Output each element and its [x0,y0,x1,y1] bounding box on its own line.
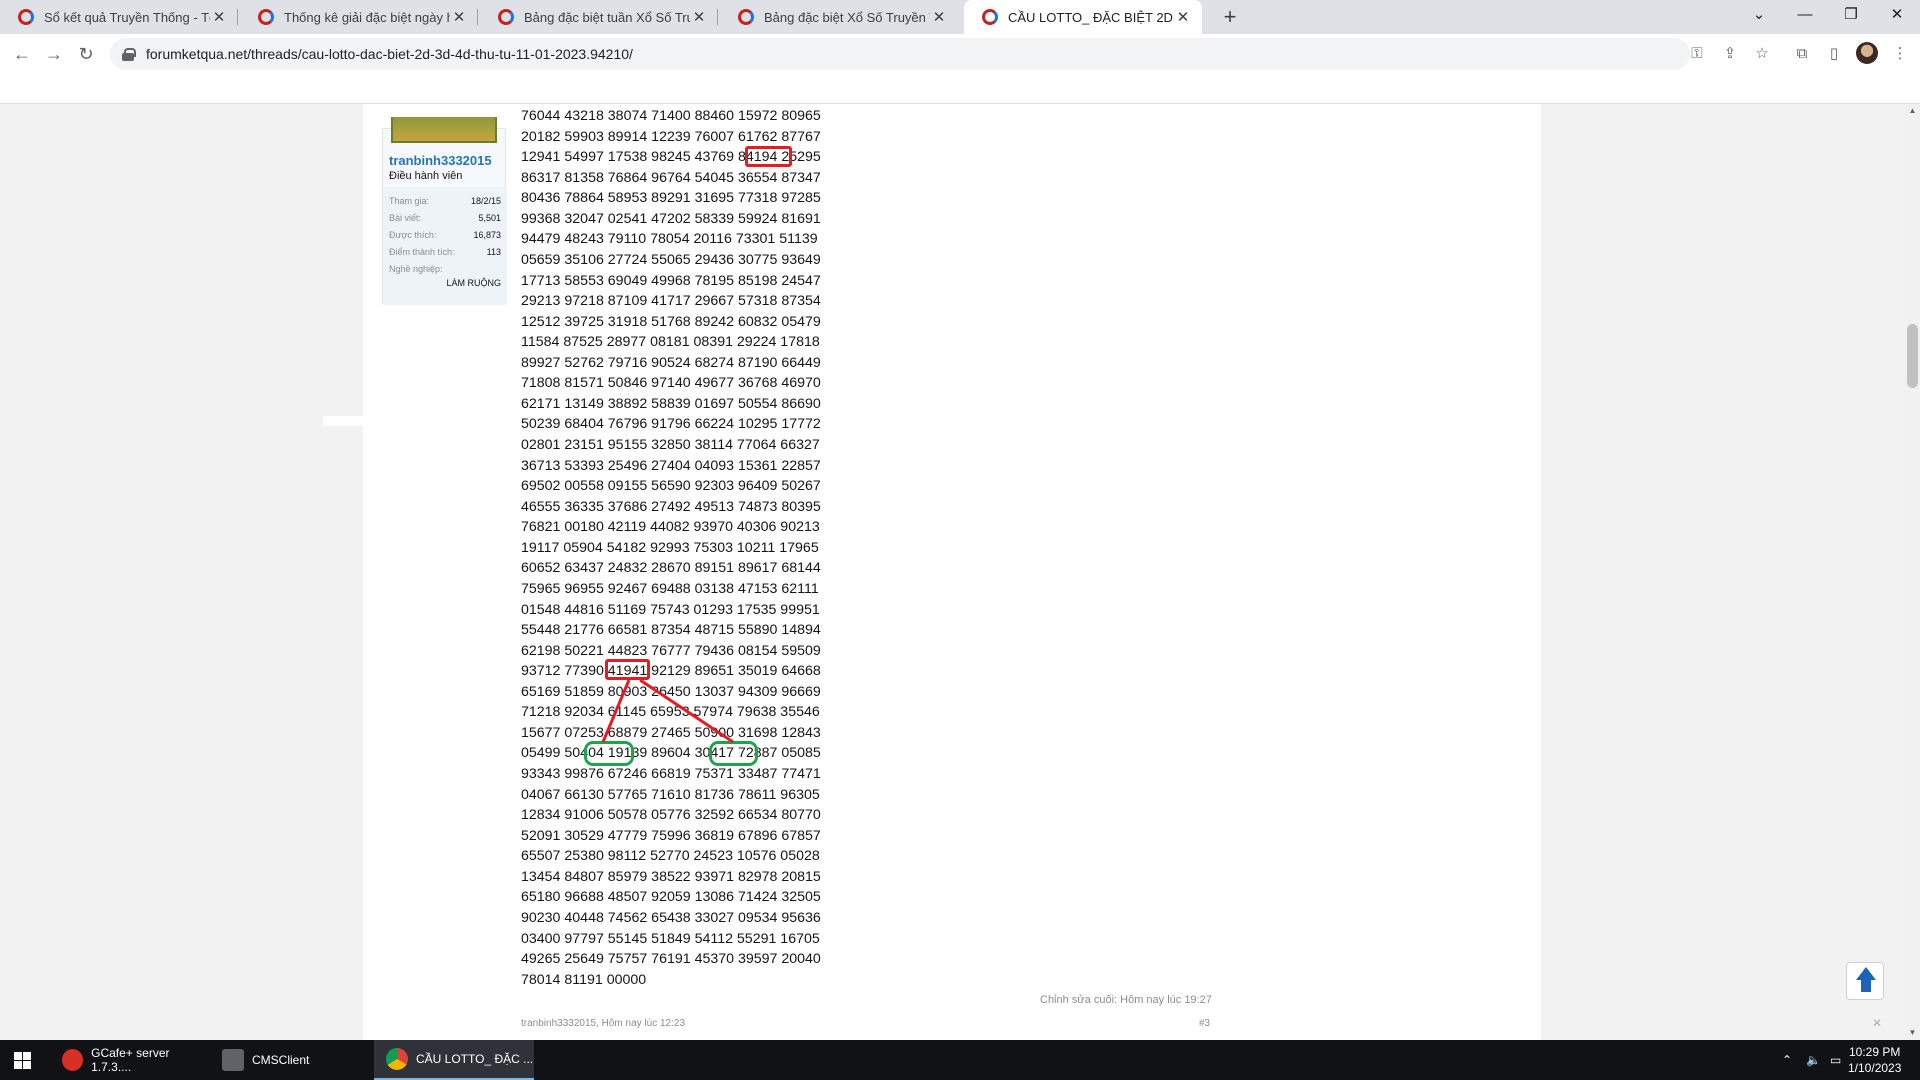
post-meta[interactable]: tranbinh3332015, Hôm nay lúc 12:23 [521,1018,685,1029]
close-icon[interactable]: ✕ [1174,8,1192,26]
tab-bang-dac-biet-tuan[interactable]: Bảng đặc biệt tuần Xổ Số Truyền ✕ [480,0,718,34]
windows-taskbar: GCafe+ server 1.7.3.... CMSClient CẦU LO… [0,1040,1920,1080]
tab-title: Sổ kết quả Truyền Thống - Tổng [44,9,210,25]
bookmark-star-icon[interactable]: ☆ [1750,42,1774,66]
new-tab-button[interactable]: + [1216,4,1244,30]
last-edited-note: Chỉnh sửa cuối: Hôm nay lúc 19:27 [1040,994,1212,1006]
scroll-to-top-button[interactable] [1846,962,1884,1000]
tab-bang-dac-biet[interactable]: Bảng đặc biệt Xổ Số Truyền Thốn ✕ [720,0,958,34]
close-icon[interactable]: ✕ [930,8,948,26]
site-favicon-icon [258,9,274,25]
lock-icon[interactable] [122,48,136,61]
tab-title: CẦU LOTTO_ ĐẶC BIỆT 2D 3D 4D [1008,9,1174,25]
network-icon[interactable]: ▭ [1830,1040,1841,1080]
close-icon[interactable]: ✕ [1872,1016,1882,1030]
speaker-icon[interactable]: 🔈 [1806,1040,1821,1080]
windows-start-icon[interactable] [14,1052,31,1069]
tab-search-icon[interactable]: ⌄ [1736,0,1782,30]
tab-thong-ke[interactable]: Thống kê giải đặc biệt ngày hôm ✕ [240,0,478,34]
close-icon[interactable]: ✕ [690,8,708,26]
chrome-icon [386,1048,408,1070]
connector-line [639,678,734,744]
page-viewport: tranbinh3332015 Điều hành viên Tham gia:… [0,104,1920,1040]
taskbar-item-cmsclient[interactable]: CMSClient [210,1040,370,1080]
cmsclient-icon [222,1049,244,1071]
connector-lines [601,678,734,744]
url-text: forumketqua.net/threads/cau-lotto-dac-bi… [146,46,633,62]
site-favicon-icon [18,9,34,25]
post-number-link[interactable]: #3 [1199,1018,1210,1029]
tab-cau-lotto[interactable]: CẦU LOTTO_ ĐẶC BIỆT 2D 3D 4D ✕ [964,0,1202,34]
tab-title: Bảng đặc biệt Xổ Số Truyền Thốn [764,9,930,25]
browser-toolbar: ← → ↻ forumketqua.net/threads/cau-lotto-… [0,34,1920,104]
restore-button[interactable]: ❐ [1828,0,1874,30]
tab-title: Thống kê giải đặc biệt ngày hôm [284,9,450,25]
tab-separator [237,9,238,25]
taskbar-item-chrome[interactable]: CẦU LOTTO_ ĐẶC ... [374,1040,534,1080]
site-favicon-icon [738,9,754,25]
extensions-icon[interactable]: ⧉ [1790,42,1814,66]
gcafe-icon [62,1049,84,1071]
taskbar-item-gcafe[interactable]: GCafe+ server 1.7.3.... [50,1040,208,1080]
system-clock[interactable]: 10:29 PM 1/10/2023 [1848,1044,1901,1076]
forward-icon[interactable]: → [40,40,68,68]
scrollbar-thumb[interactable] [1907,324,1918,388]
profile-avatar[interactable] [1856,42,1878,64]
page-scrollbar[interactable]: ▲ ▼ [1905,104,1920,1040]
reload-icon[interactable]: ↻ [72,40,100,68]
minimize-button[interactable]: — [1782,0,1828,30]
site-favicon-icon [498,9,514,25]
connector-line [601,679,631,743]
address-bar[interactable]: forumketqua.net/threads/cau-lotto-dac-bi… [110,38,1690,70]
tab-separator [477,9,478,25]
tab-so-ket-qua[interactable]: Sổ kết quả Truyền Thống - Tổng ✕ [0,0,238,34]
tray-chevron-icon[interactable]: ⌃ [1782,1040,1792,1080]
scroll-down-arrow[interactable]: ▼ [1905,1026,1920,1040]
back-icon[interactable]: ← [8,40,36,68]
scroll-up-arrow[interactable]: ▲ [1905,104,1920,118]
menu-icon[interactable]: ⋮ [1888,42,1912,66]
key-icon[interactable]: ⚿ [1685,42,1709,66]
window-close-button[interactable]: ✕ [1874,0,1920,30]
close-icon[interactable]: ✕ [210,8,228,26]
close-icon[interactable]: ✕ [450,8,468,26]
tab-separator [717,9,718,25]
side-panel-icon[interactable]: ▯ [1822,42,1846,66]
share-icon[interactable]: ⇪ [1718,42,1742,66]
site-favicon-icon [982,9,998,25]
tab-title: Bảng đặc biệt tuần Xổ Số Truyền [524,9,690,25]
tab-strip: Sổ kết quả Truyền Thống - Tổng ✕ Thống k… [0,0,1920,34]
